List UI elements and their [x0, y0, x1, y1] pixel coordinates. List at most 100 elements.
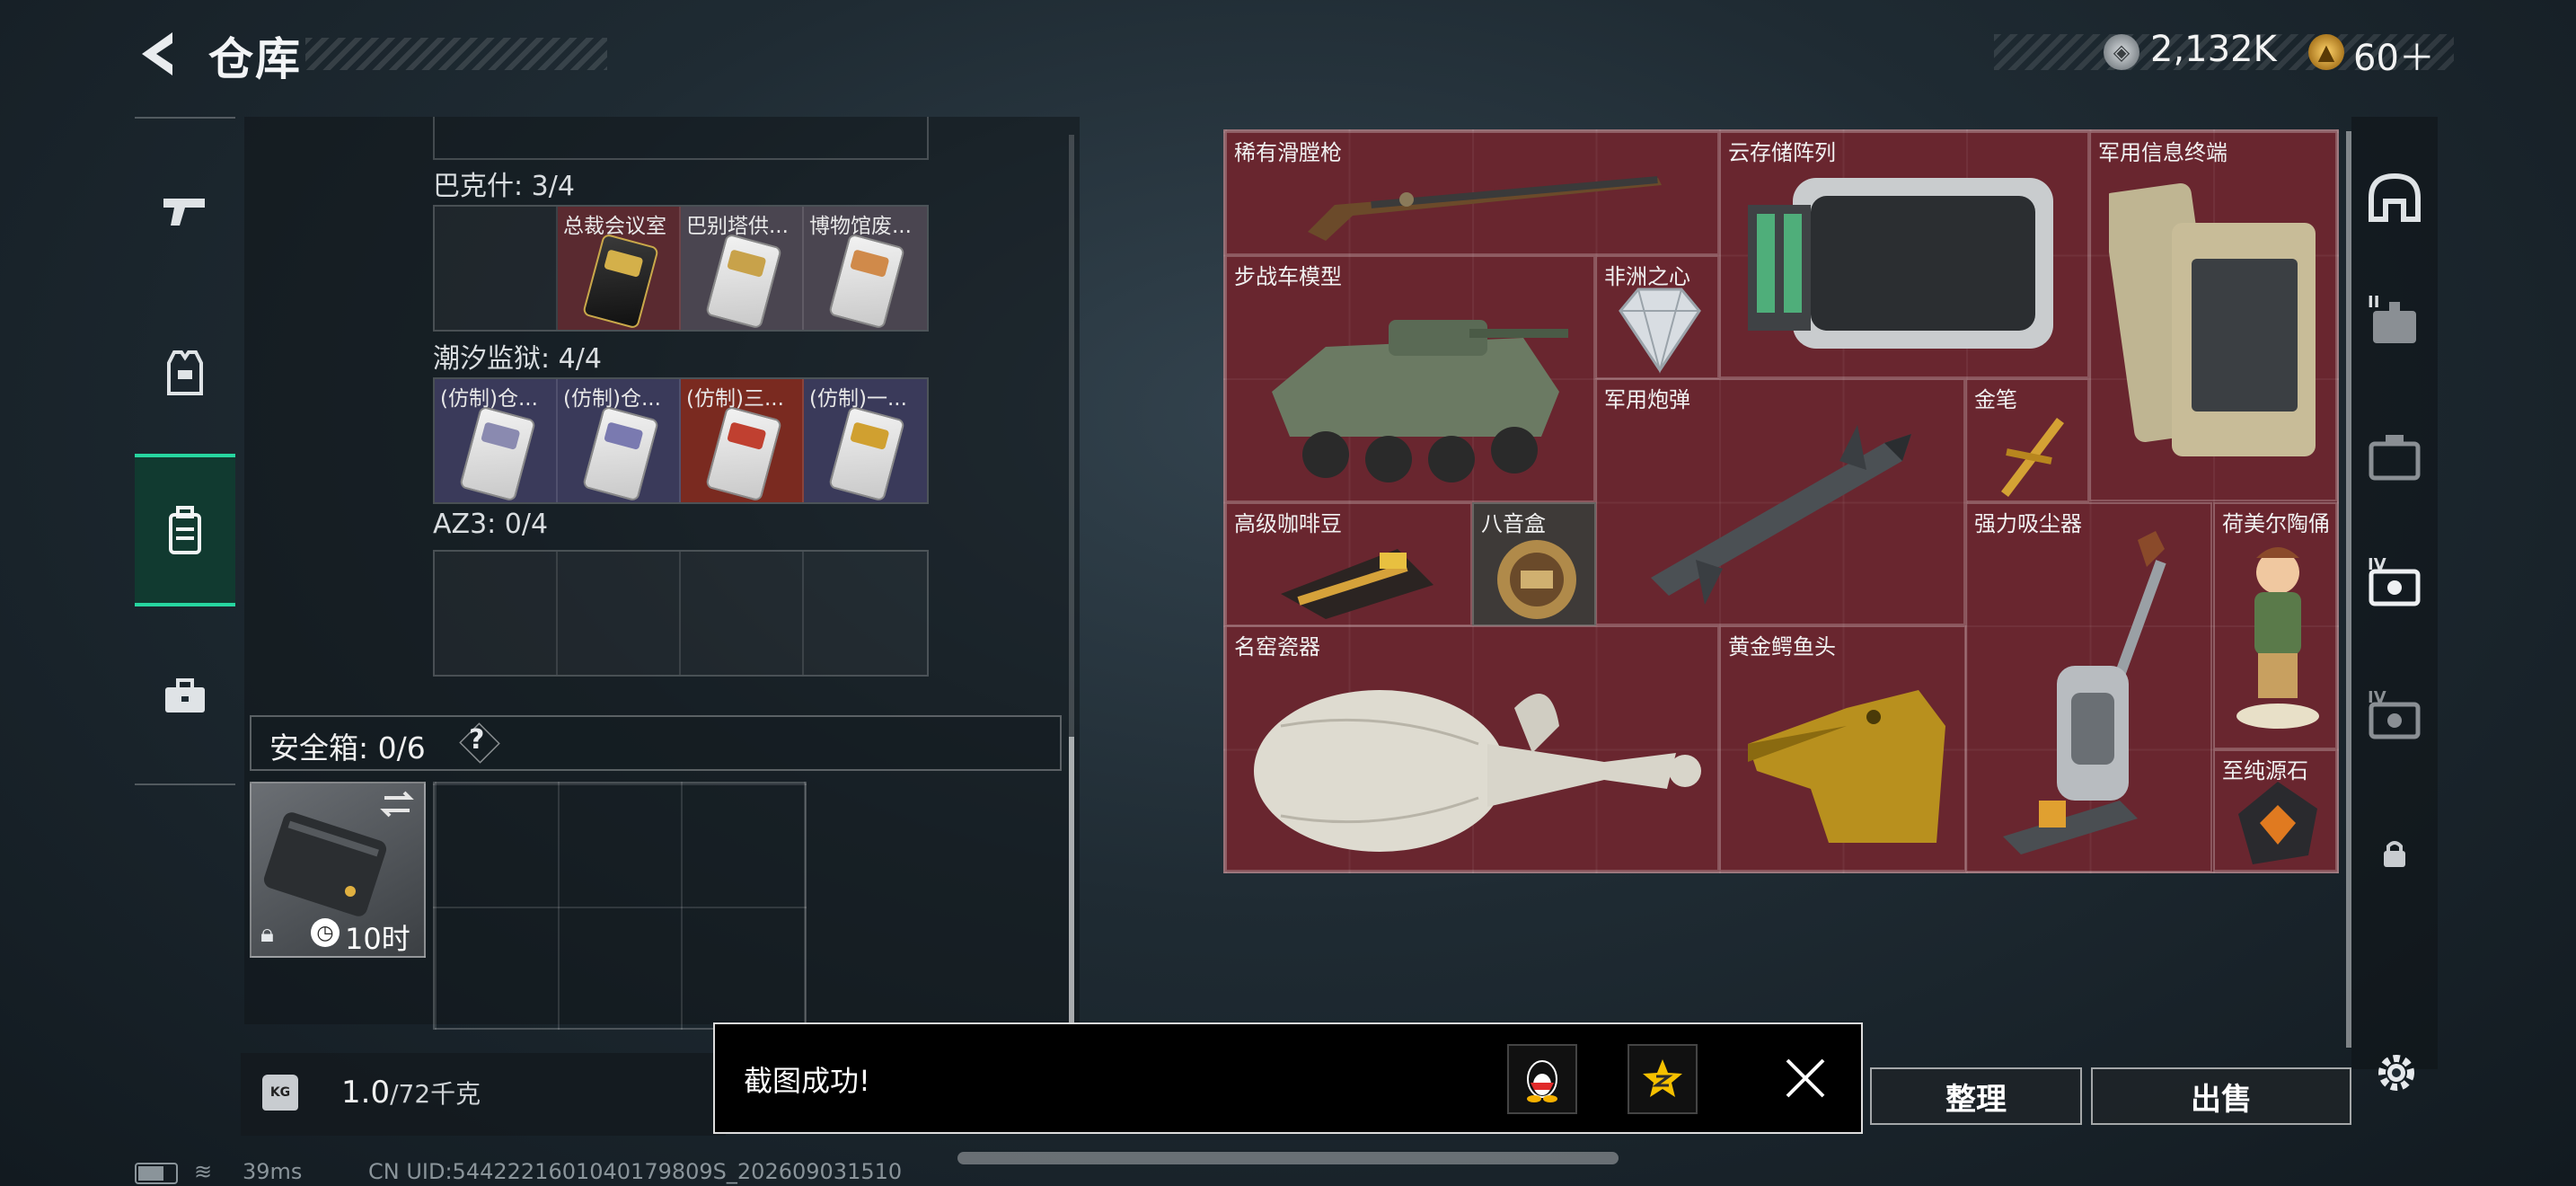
silver-coin-icon: ◈	[2104, 34, 2139, 70]
keycard-icon	[704, 233, 783, 330]
coffee-bag-icon	[1281, 549, 1434, 619]
safe-box-item[interactable]: 🔒︎ ◷ 10时	[250, 782, 426, 958]
nav-equipment[interactable]	[135, 296, 235, 449]
loot-item-famous-porcelain[interactable]: 名窑瓷器	[1225, 625, 1719, 872]
container-grid	[433, 550, 929, 677]
ping-value: 39ms	[243, 1159, 303, 1184]
page-title: 仓库	[208, 33, 302, 85]
gold-coin-icon: ▲	[2308, 34, 2344, 70]
loot-item-pure-source-stone[interactable]: 至纯源石	[2213, 749, 2337, 872]
keycard-item[interactable]: (仿制)仓...	[558, 379, 681, 502]
armored-vehicle-icon	[1272, 320, 1568, 482]
vacuum-icon	[2003, 531, 2166, 854]
grid-cell[interactable]	[681, 552, 804, 675]
nav-briefcase[interactable]	[135, 620, 235, 773]
weight-current: 1.0	[341, 1075, 391, 1111]
musket-icon	[1308, 176, 1662, 241]
loot-item-golden-crocodile-head[interactable]: 黄金鳄鱼头	[1719, 625, 1966, 872]
toast-message: 截图成功!	[744, 1064, 870, 1098]
wifi-icon: ≋	[194, 1159, 213, 1184]
tier-label: II	[2368, 293, 2380, 312]
container-label: 巴克什: 3/4	[433, 171, 575, 202]
keycard-item[interactable]: (仿制)三...	[681, 379, 804, 502]
terminal-case-icon	[2109, 182, 2316, 456]
keycard-icon	[581, 233, 660, 330]
loot-item-vacuum-cleaner[interactable]: 强力吸尘器	[1965, 502, 2212, 872]
loot-item-music-box[interactable]: 八音盒	[1472, 502, 1596, 626]
organize-button[interactable]: 整理	[1870, 1067, 2082, 1125]
loot-item-ifv-model[interactable]: 步战车模型	[1225, 255, 1595, 502]
loot-item-coffee-beans[interactable]: 高级咖啡豆	[1225, 502, 1472, 626]
keycard-icon	[704, 405, 783, 502]
item-name: (仿制)仓...	[440, 387, 538, 411]
battery-icon	[135, 1163, 178, 1184]
loot-item-hummel-figurine[interactable]: 荷美尔陶俑	[2213, 502, 2337, 749]
help-button-text[interactable]: ?	[469, 724, 484, 756]
rig-slot-1[interactable]: IV	[2368, 555, 2422, 613]
lock-icon	[2384, 841, 2405, 867]
weight-value: 1.0/72千克	[341, 1075, 481, 1111]
loot-item-military-shell[interactable]: 军用炮弹	[1595, 378, 1965, 625]
vest-icon	[167, 350, 203, 395]
back-button[interactable]	[135, 29, 180, 79]
backpack-icon	[169, 506, 201, 554]
helmet-icon	[2369, 173, 2421, 222]
loot-item-musket[interactable]: 稀有滑膛枪	[1225, 131, 1719, 255]
safe-box-grid[interactable]	[433, 782, 807, 1030]
weight-icon: KG	[262, 1075, 298, 1111]
silver-balance: 2,132K	[2150, 29, 2277, 70]
keycard-item[interactable]: 博物馆废...	[804, 207, 927, 330]
share-qq-button[interactable]	[1507, 1044, 1577, 1114]
tier-label: IV	[2368, 555, 2386, 574]
loot-item-gold-pen[interactable]: 金笔	[1965, 378, 2089, 502]
container-grid: (仿制)仓... (仿制)仓... (仿制)三... (仿制)一...	[433, 377, 929, 504]
weight-bar	[241, 1053, 726, 1136]
loot-item-cloud-storage[interactable]: 云存储阵列	[1719, 131, 2089, 378]
loot-grid[interactable]: 稀有滑膛枪 云存储阵列 军用信息终端 步战车模型 非洲之心 军用炮弹 金笔 高级…	[1223, 129, 2339, 873]
keycard-item[interactable]: 巴别塔供...	[681, 207, 804, 330]
nav-backpack[interactable]	[135, 454, 235, 606]
rig-slot-2[interactable]: IV	[2368, 688, 2422, 746]
keycard-item[interactable]: (仿制)一...	[804, 379, 927, 502]
item-name: 巴别塔供...	[686, 215, 789, 238]
keycard-icon	[827, 233, 906, 330]
gold-balance[interactable]: 60＋	[2353, 29, 2435, 81]
back-arrow-icon	[142, 32, 172, 75]
locked-slot[interactable]	[2368, 827, 2422, 881]
home-indicator[interactable]	[957, 1152, 1619, 1164]
item-name: (仿制)三...	[686, 387, 784, 411]
loot-item-military-terminal[interactable]: 军用信息终端	[2089, 131, 2337, 501]
clock-icon: ◷	[311, 918, 340, 947]
partial-container	[433, 117, 929, 160]
item-name: 荷美尔陶俑	[2222, 511, 2330, 536]
grid-cell[interactable]	[435, 552, 558, 675]
share-qzone-button[interactable]	[1628, 1044, 1698, 1114]
case-slot[interactable]	[2368, 429, 2422, 483]
safe-box-timer: 10时	[345, 922, 410, 956]
nav-weapons[interactable]	[135, 135, 235, 288]
armor-slot[interactable]: II	[2368, 293, 2422, 350]
case-icon	[2369, 435, 2421, 481]
server-icon	[1748, 178, 2053, 349]
lock-icon: 🔒︎	[260, 918, 274, 948]
grid-cell[interactable]	[804, 552, 927, 675]
keycard-icon	[827, 405, 906, 502]
item-name: 军用信息终端	[2098, 140, 2228, 165]
helmet-slot[interactable]	[2368, 171, 2422, 225]
keycard-icon	[458, 405, 537, 502]
uid-text: CN UID:5442221601040179809S_202609031510	[368, 1159, 903, 1184]
item-name: 总裁会议室	[563, 215, 666, 238]
stash-scroll-thumb[interactable]	[1069, 737, 1074, 1024]
close-toast-button[interactable]	[1782, 1055, 1829, 1102]
close-icon	[1786, 1058, 1825, 1098]
loot-item-heart-of-africa[interactable]: 非洲之心	[1595, 255, 1719, 379]
settings-button[interactable]	[2371, 1048, 2422, 1098]
grid-cell[interactable]	[558, 552, 681, 675]
keycard-item[interactable]: 总裁会议室	[558, 207, 681, 330]
grid-cell[interactable]	[435, 207, 558, 330]
gear-icon	[2378, 1055, 2414, 1091]
sell-button[interactable]: 出售	[2091, 1067, 2351, 1125]
right-nav-scrollbar[interactable]	[2346, 131, 2351, 1048]
keycard-item[interactable]: (仿制)仓...	[435, 379, 558, 502]
porcelain-vase-icon	[1254, 690, 1701, 852]
